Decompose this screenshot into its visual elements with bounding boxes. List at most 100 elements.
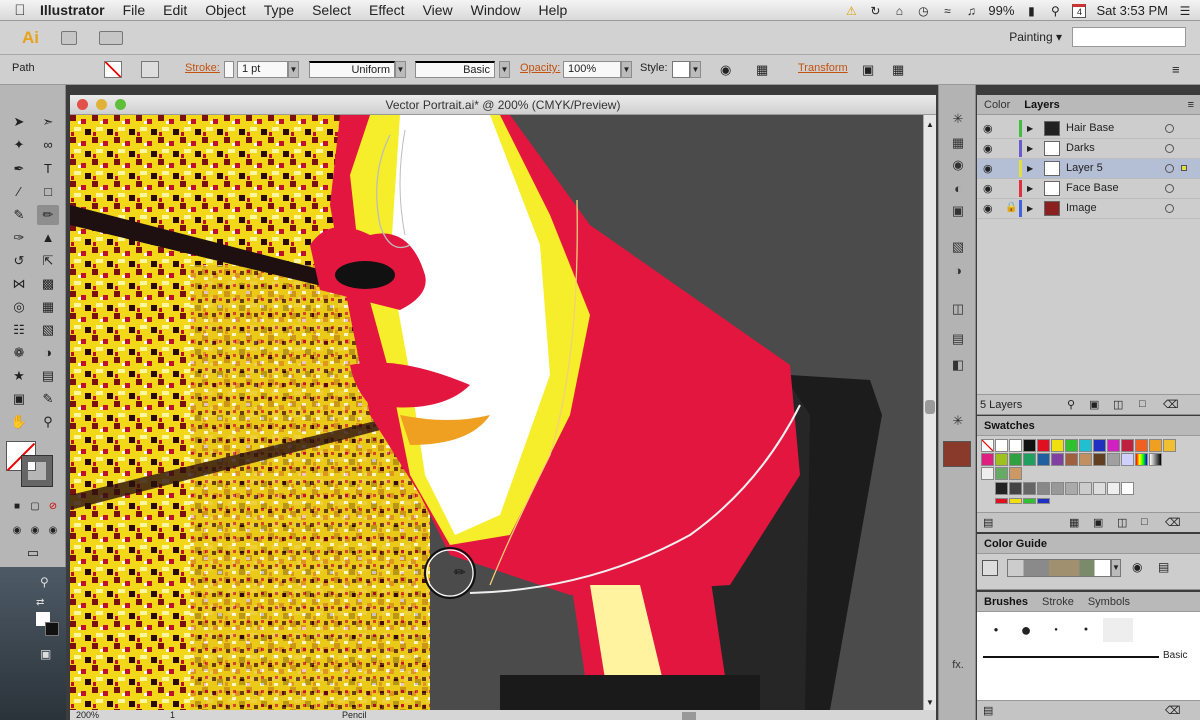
swatch-gray-80[interactable]	[1009, 482, 1022, 495]
new-layer-icon[interactable]: □	[1139, 398, 1146, 410]
rotate-tool-icon[interactable]: ↺	[8, 251, 30, 271]
harmony-rule-strip[interactable]	[1007, 559, 1111, 577]
stroke-swatch[interactable]	[21, 455, 53, 487]
magic-wand-tool-icon[interactable]: ✦	[8, 135, 30, 155]
isolate-icon[interactable]: ▣	[862, 62, 874, 78]
swatch-tan[interactable]	[1079, 453, 1092, 466]
menu-file[interactable]: File	[123, 2, 146, 18]
symbol-sprayer-tool-icon[interactable]: ★	[8, 366, 30, 386]
swatch-none[interactable]	[981, 439, 994, 452]
vertical-scrollbar[interactable]: ▲ ▼	[923, 115, 936, 710]
swatch-gray-100[interactable]	[995, 482, 1008, 495]
swatch-white-2[interactable]	[1121, 482, 1134, 495]
gradient-panel-icon[interactable]: ▧	[948, 239, 968, 257]
clipping-mask-icon[interactable]: ▣	[1089, 398, 1099, 411]
sync-icon[interactable]: ↻	[868, 4, 882, 18]
notification-list-icon[interactable]: ☰	[1178, 4, 1192, 18]
brush-empty-slot[interactable]	[1103, 618, 1133, 642]
opacity-label[interactable]: Opacity:	[520, 62, 560, 74]
swatch-blue[interactable]	[1093, 439, 1106, 452]
layer-name[interactable]: Layer 5	[1066, 162, 1103, 174]
graphic-style-swatch[interactable]	[672, 61, 690, 78]
swatch-orange[interactable]	[1135, 439, 1148, 452]
menu-edit[interactable]: Edit	[163, 2, 187, 18]
perspective-grid-tool-icon[interactable]: ▦	[37, 297, 59, 317]
swatch-brown[interactable]	[1065, 453, 1078, 466]
target-circle-icon[interactable]	[1165, 144, 1174, 153]
stroke-label[interactable]: Stroke:	[185, 62, 220, 74]
target-circle-icon[interactable]	[1165, 184, 1174, 193]
opacity-field[interactable]: 100%	[563, 61, 621, 78]
screen-mode-icon[interactable]: ▭	[22, 543, 44, 563]
paintbrush-tool-icon[interactable]: ✎	[8, 205, 30, 225]
swatch-gray[interactable]	[1107, 453, 1120, 466]
tab-swatches[interactable]: Swatches	[977, 420, 1042, 432]
trash-icon[interactable]: ⌫	[1163, 398, 1179, 411]
battery-percent[interactable]: 99%	[988, 3, 1014, 18]
tab-stroke[interactable]: Stroke	[1035, 596, 1081, 608]
document-title[interactable]: Vector Portrait.ai* @ 200% (CMYK/Preview…	[70, 98, 936, 112]
warning-icon[interactable]: ⚠	[844, 4, 858, 18]
hand-tool-icon[interactable]: ✋	[8, 412, 30, 432]
target-circle-icon[interactable]	[1165, 124, 1174, 133]
layers-stack-icon[interactable]: ◧	[948, 357, 968, 375]
tab-color-guide[interactable]: Color Guide	[977, 538, 1054, 550]
default-stroke-icon[interactable]	[45, 622, 59, 636]
swatch-yellow[interactable]	[1051, 439, 1064, 452]
graphic-styles-panel-icon[interactable]: ◐	[948, 181, 968, 199]
zoom-icon[interactable]: ⚲	[40, 575, 49, 589]
direct-selection-tool-icon[interactable]: ➣	[37, 112, 59, 132]
scroll-down-icon[interactable]: ▼	[926, 698, 934, 707]
shape-builder-tool-icon[interactable]: ◎	[8, 297, 30, 317]
stroke-weight-dropdown[interactable]: ▼	[288, 61, 299, 78]
bridge-button[interactable]	[61, 30, 77, 45]
mesh-tool-icon[interactable]: ☷	[8, 320, 30, 340]
none-mode-icon[interactable]: ⊘	[42, 497, 64, 517]
image-trace-icon[interactable]: ✳	[948, 413, 968, 431]
zoom-level[interactable]: 200%	[76, 710, 99, 720]
menu-effect[interactable]: Effect	[369, 2, 405, 18]
expand-triangle-icon[interactable]: ▶	[1027, 124, 1033, 133]
swatch-gray-10[interactable]	[1093, 482, 1106, 495]
lasso-tool-icon[interactable]: ∞	[37, 135, 59, 155]
tab-symbols[interactable]: Symbols	[1081, 596, 1137, 608]
swatch-black[interactable]	[1023, 439, 1036, 452]
swatch-crimson[interactable]	[1121, 439, 1134, 452]
menu-help[interactable]: Help	[538, 2, 567, 18]
swatch-options-icon[interactable]: ▣	[1093, 516, 1103, 529]
gradient-tool-icon[interactable]: ▧	[37, 320, 59, 340]
pathfinder-panel-icon[interactable]: ▦	[948, 135, 968, 153]
swatch-amber[interactable]	[1149, 439, 1162, 452]
swatch-gold[interactable]	[1163, 439, 1176, 452]
swatch-green[interactable]	[1065, 439, 1078, 452]
target-circle-icon[interactable]	[1165, 204, 1174, 213]
tab-color[interactable]: Color	[977, 99, 1017, 111]
clock-icon[interactable]: ◷	[916, 4, 930, 18]
brush-libraries-icon[interactable]: ▤	[983, 704, 993, 717]
visibility-eye-icon[interactable]: ◉	[983, 202, 993, 215]
save-group-icon[interactable]: ▤	[1158, 560, 1169, 574]
stroke-stepper[interactable]	[224, 61, 234, 78]
swatch-gray-60[interactable]	[1023, 482, 1036, 495]
style-dropdown[interactable]: ▼	[690, 61, 701, 78]
swatch-navy[interactable]	[1037, 453, 1050, 466]
swatch-cyan[interactable]	[1079, 439, 1092, 452]
battery-icon[interactable]: ▮	[1024, 4, 1038, 18]
symbols-panel-icon[interactable]: ✳	[948, 111, 968, 129]
eyedropper-tool-icon[interactable]: ❁	[8, 343, 30, 363]
profile-dropdown[interactable]: ▼	[395, 61, 406, 78]
stroke-color-swatch[interactable]	[141, 61, 159, 78]
swatch-yellow-2[interactable]	[1009, 498, 1022, 504]
menu-view[interactable]: View	[423, 2, 453, 18]
draw-mode-icon[interactable]: ▣	[40, 647, 51, 661]
type-tool-icon[interactable]: T	[37, 159, 59, 179]
artboards-panel-icon[interactable]: ▣	[948, 203, 968, 221]
new-sublayer-icon[interactable]: ◫	[1113, 398, 1123, 411]
line-tool-icon[interactable]: ∕	[8, 182, 30, 202]
volume-icon[interactable]: ♫	[964, 4, 978, 18]
links-panel-icon[interactable]: ◫	[948, 301, 968, 319]
workspace-switcher[interactable]: Painting ▾	[1009, 30, 1062, 44]
target-circle-icon[interactable]	[1165, 164, 1174, 173]
draw-inside-icon[interactable]: ◉	[42, 521, 64, 541]
swatch-gray-40[interactable]	[1051, 482, 1064, 495]
